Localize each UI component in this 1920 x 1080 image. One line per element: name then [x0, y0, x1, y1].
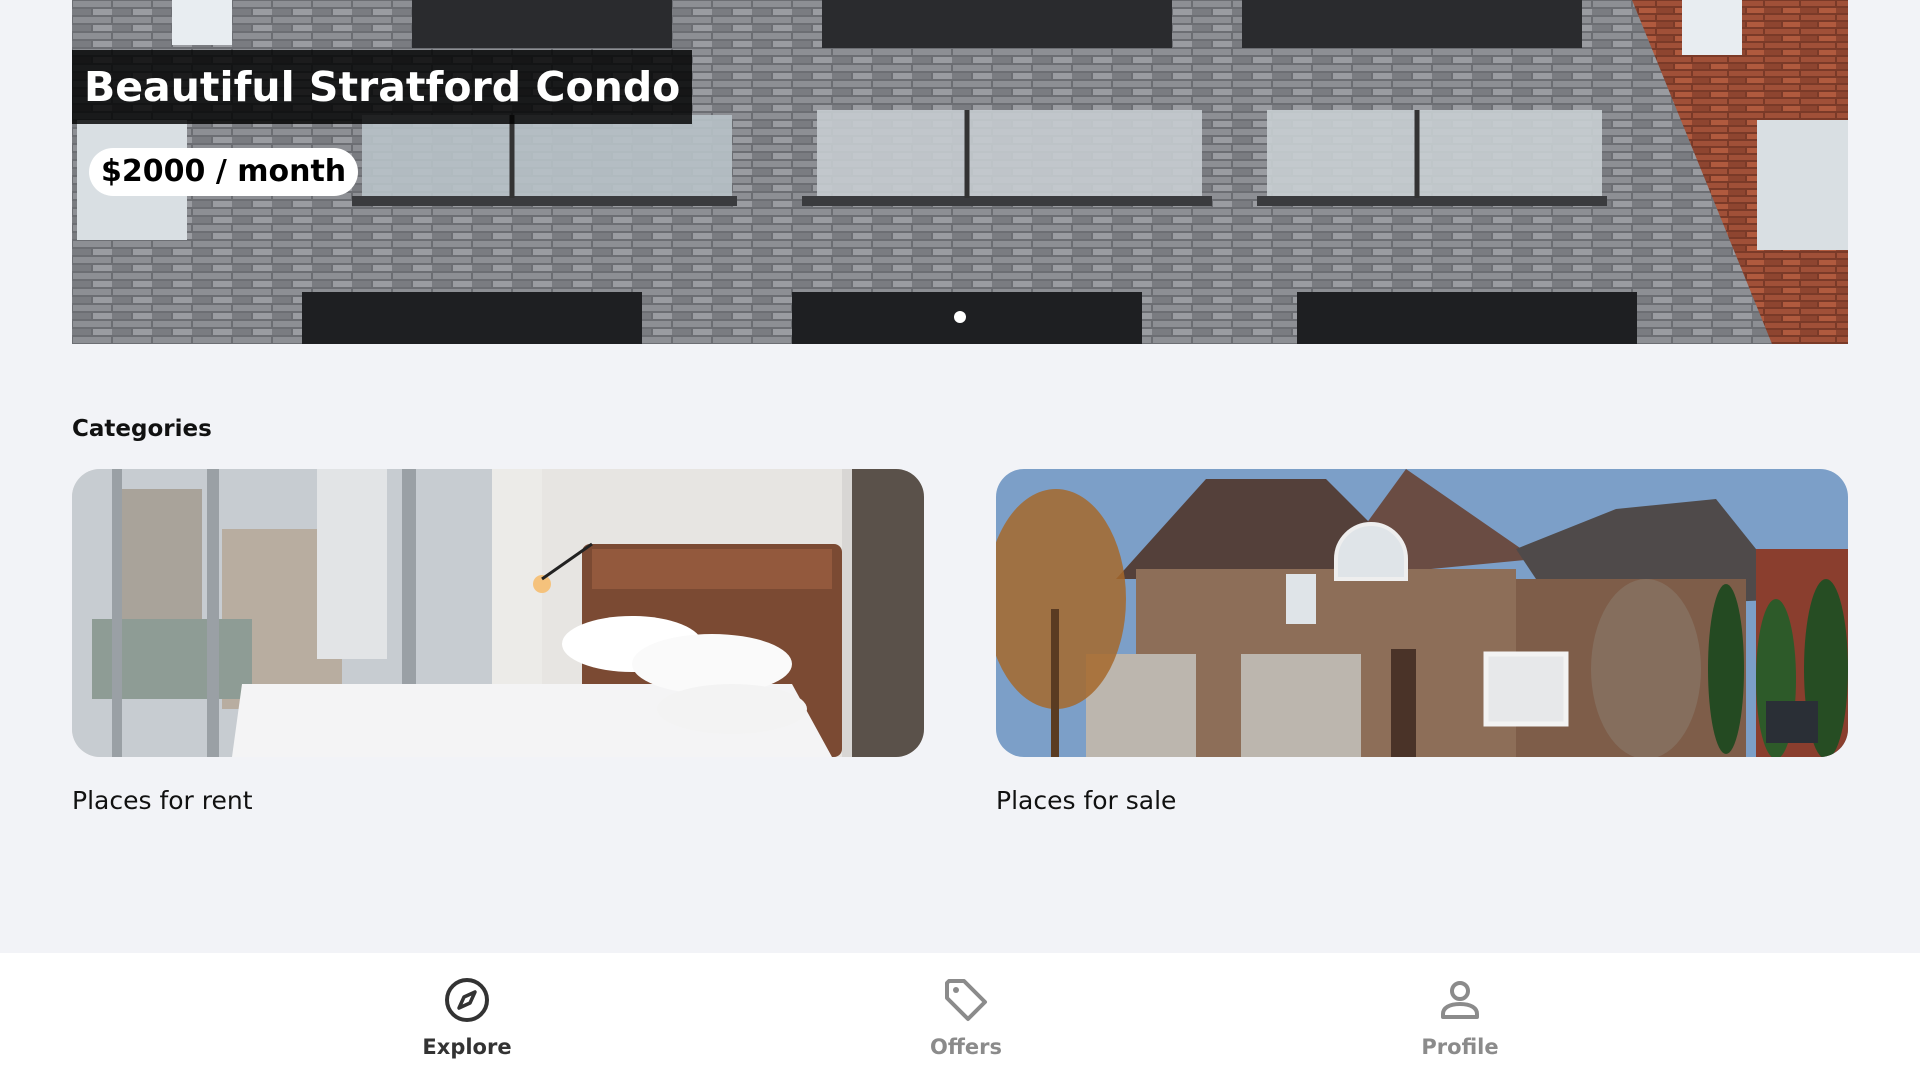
- bedroom-photo: [72, 469, 924, 757]
- house-photo: [996, 469, 1848, 757]
- listing-price-badge: $2000 / month: [89, 148, 359, 196]
- nav-item-offers[interactable]: Offers: [866, 975, 1066, 1059]
- category-label-rent: Places for rent: [72, 786, 253, 815]
- bottom-navigation: Explore Offers Profile: [0, 953, 1920, 1080]
- nav-item-profile[interactable]: Profile: [1360, 975, 1560, 1059]
- slider-dot-active[interactable]: [954, 311, 966, 323]
- category-card-rent[interactable]: Places for rent: [72, 469, 924, 815]
- listing-title: Beautiful Stratford Condo: [72, 50, 693, 124]
- nav-label-profile: Profile: [1421, 1035, 1499, 1059]
- categories-heading: Categories: [72, 416, 212, 442]
- hero-slider[interactable]: Beautiful Stratford Condo $2000 / month: [72, 0, 1848, 344]
- person-icon: [1441, 981, 1479, 1019]
- slider-pagination: [72, 311, 1848, 323]
- nav-label-offers: Offers: [930, 1035, 1002, 1059]
- compass-icon: [445, 978, 489, 1022]
- category-label-sale: Places for sale: [996, 786, 1177, 815]
- tag-icon: [945, 979, 987, 1021]
- nav-label-explore: Explore: [422, 1035, 512, 1059]
- category-card-sale[interactable]: Places for sale: [996, 469, 1848, 815]
- nav-item-explore[interactable]: Explore: [367, 975, 567, 1059]
